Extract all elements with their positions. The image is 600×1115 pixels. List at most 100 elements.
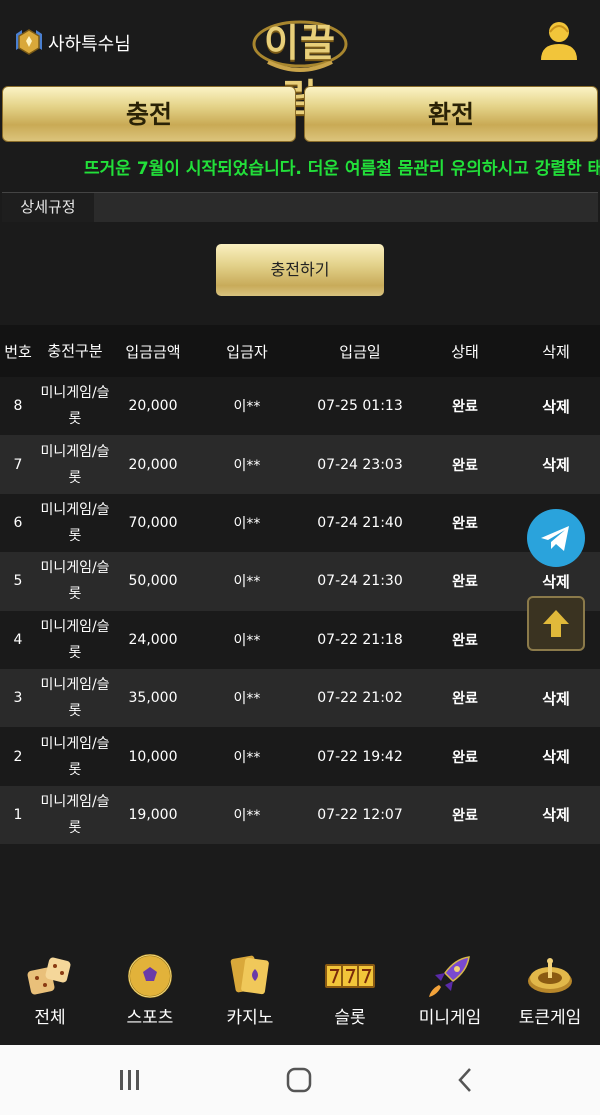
row-date: 07-24 21:30 bbox=[317, 573, 403, 590]
row-type: 미니게임/슬롯 bbox=[40, 735, 110, 778]
rank-badge-icon bbox=[16, 29, 42, 55]
telegram-button[interactable] bbox=[527, 509, 585, 567]
roulette-icon bbox=[528, 958, 572, 993]
nav-item-slot[interactable]: 슬롯 bbox=[300, 943, 400, 1045]
row-date: 07-22 21:02 bbox=[317, 690, 403, 707]
row-status: 완료 bbox=[452, 749, 478, 766]
soccer-ball-icon bbox=[128, 954, 172, 998]
system-navigation-bar bbox=[0, 1045, 600, 1115]
row-date: 07-22 19:42 bbox=[317, 748, 403, 765]
slot-777-icon bbox=[325, 964, 375, 988]
row-depositor: 이** bbox=[233, 807, 261, 824]
table-row: 6 미니게임/슬롯 70,000 이** 07-24 21:40 완료 bbox=[0, 493, 600, 553]
recents-icon[interactable] bbox=[110, 1065, 150, 1095]
row-depositor: 이** bbox=[233, 457, 261, 474]
row-status: 완료 bbox=[452, 399, 478, 416]
row-depositor: 이** bbox=[233, 574, 261, 591]
table-row: 4 미니게임/슬롯 24,000 이** 07-22 21:18 완료 bbox=[0, 610, 600, 669]
header-type: 충전구분 bbox=[47, 342, 103, 360]
row-no: 7 bbox=[13, 456, 23, 473]
charge-button[interactable]: 충전하기 bbox=[216, 244, 384, 296]
row-amount: 10,000 bbox=[128, 748, 178, 765]
notice-text: 뜨거운 7월이 시작되었습니다. 더운 여름철 몸관리 유의하시고 강렬한 태 bbox=[84, 159, 600, 179]
nav-label: 슬롯 bbox=[334, 1008, 366, 1028]
row-type: 미니게임/슬롯 bbox=[40, 677, 110, 720]
arrow-up-icon bbox=[543, 610, 569, 637]
header-status: 상태 bbox=[451, 342, 479, 361]
deposit-button[interactable]: 충전 bbox=[2, 86, 296, 142]
row-depositor: 이** bbox=[233, 632, 261, 649]
row-amount: 35,000 bbox=[128, 690, 178, 707]
row-date: 07-22 12:07 bbox=[317, 806, 403, 823]
row-depositor: 이** bbox=[233, 399, 261, 416]
nav-item-minigame[interactable]: 미니게임 bbox=[400, 943, 500, 1045]
row-amount: 20,000 bbox=[128, 456, 178, 473]
row-delete-button[interactable]: 삭제 bbox=[512, 435, 600, 493]
notice-marquee: 뜨거운 7월이 시작되었습니다. 더운 여름철 몸관리 유의하시고 강렬한 태 bbox=[0, 146, 600, 182]
deposit-history-table: 번호 충전구분 입금금액 입금자 입금일 상태 삭제 8 미니게임/슬롯 20,… bbox=[0, 325, 600, 845]
row-date: 07-22 21:18 bbox=[317, 631, 403, 648]
cards-icon bbox=[230, 955, 269, 995]
row-status: 완료 bbox=[452, 515, 478, 532]
nav-item-all[interactable]: 전체 bbox=[0, 943, 100, 1045]
header-delete: 삭제 bbox=[542, 342, 570, 361]
row-type: 미니게임/슬롯 bbox=[40, 560, 110, 603]
row-depositor: 이** bbox=[233, 749, 261, 766]
row-depositor: 이** bbox=[233, 691, 261, 708]
header-date: 입금일 bbox=[339, 342, 381, 361]
nav-label: 전체 bbox=[34, 1008, 66, 1028]
row-status: 완료 bbox=[452, 457, 478, 474]
row-type: 미니게임/슬롯 bbox=[40, 385, 110, 428]
dice-icon bbox=[27, 957, 71, 995]
row-type: 미니게임/슬롯 bbox=[40, 618, 110, 661]
row-amount: 70,000 bbox=[128, 514, 178, 531]
row-type: 미니게임/슬롯 bbox=[40, 443, 110, 486]
nav-label: 카지노 bbox=[226, 1008, 274, 1028]
row-delete-button[interactable]: 삭제 bbox=[512, 727, 600, 785]
table-row: 3 미니게임/슬롯 35,000 이** 07-22 21:02 완료 삭제 bbox=[0, 668, 600, 728]
row-no: 3 bbox=[13, 690, 23, 707]
nav-label: 토큰게임 bbox=[518, 1008, 582, 1028]
row-no: 5 bbox=[13, 573, 23, 590]
row-type: 미니게임/슬롯 bbox=[40, 501, 110, 544]
nav-item-sports[interactable]: 스포츠 bbox=[100, 943, 200, 1045]
rocket-icon bbox=[429, 956, 470, 997]
tab-detailed-rules[interactable]: 상세규정 bbox=[2, 193, 94, 222]
row-no: 8 bbox=[13, 398, 23, 415]
table-row: 7 미니게임/슬롯 20,000 이** 07-24 23:03 완료 삭제 bbox=[0, 435, 600, 494]
withdraw-button[interactable]: 환전 bbox=[304, 86, 598, 142]
row-type: 미니게임/슬롯 bbox=[40, 793, 110, 836]
table-row: 5 미니게임/슬롯 50,000 이** 07-24 21:30 완료 삭제 bbox=[0, 552, 600, 611]
row-amount: 19,000 bbox=[128, 806, 178, 823]
back-icon[interactable] bbox=[446, 1065, 486, 1095]
tab-bar: 상세규정 bbox=[2, 192, 598, 222]
scroll-top-button[interactable] bbox=[527, 596, 585, 651]
nav-item-token-game[interactable]: 토큰게임 bbox=[500, 943, 600, 1045]
nav-item-casino[interactable]: 카지노 bbox=[200, 943, 300, 1045]
header-depositor: 입금자 bbox=[226, 342, 268, 361]
row-date: 07-24 23:03 bbox=[317, 456, 403, 473]
row-status: 완료 bbox=[452, 574, 478, 591]
profile-icon[interactable] bbox=[538, 18, 580, 64]
row-delete-button[interactable]: 삭제 bbox=[512, 377, 600, 435]
table-row: 1 미니게임/슬롯 19,000 이** 07-22 12:07 완료 삭제 bbox=[0, 785, 600, 845]
row-status: 완료 bbox=[452, 632, 478, 649]
user-name: 사하특수님 bbox=[48, 34, 131, 55]
table-row: 8 미니게임/슬롯 20,000 이** 07-25 01:13 완료 삭제 bbox=[0, 377, 600, 436]
row-date: 07-24 21:40 bbox=[317, 514, 403, 531]
nav-label: 미니게임 bbox=[418, 1008, 482, 1028]
site-logo[interactable]: 이끌림 bbox=[248, 4, 352, 120]
row-amount: 50,000 bbox=[128, 573, 178, 590]
home-icon[interactable] bbox=[279, 1065, 319, 1095]
row-delete-button[interactable]: 삭제 bbox=[512, 786, 600, 844]
row-depositor: 이** bbox=[233, 515, 261, 532]
bottom-nav: 전체 스포츠 카지노 슬롯 미니게임 토큰게임 bbox=[0, 943, 600, 1045]
row-status: 완료 bbox=[452, 807, 478, 824]
table-row: 2 미니게임/슬롯 10,000 이** 07-22 19:42 완료 삭제 bbox=[0, 727, 600, 786]
row-delete-button[interactable]: 삭제 bbox=[512, 669, 600, 727]
row-no: 4 bbox=[13, 631, 23, 648]
row-no: 1 bbox=[13, 806, 23, 823]
telegram-icon bbox=[541, 526, 569, 551]
row-no: 6 bbox=[13, 514, 23, 531]
row-date: 07-25 01:13 bbox=[317, 398, 403, 415]
